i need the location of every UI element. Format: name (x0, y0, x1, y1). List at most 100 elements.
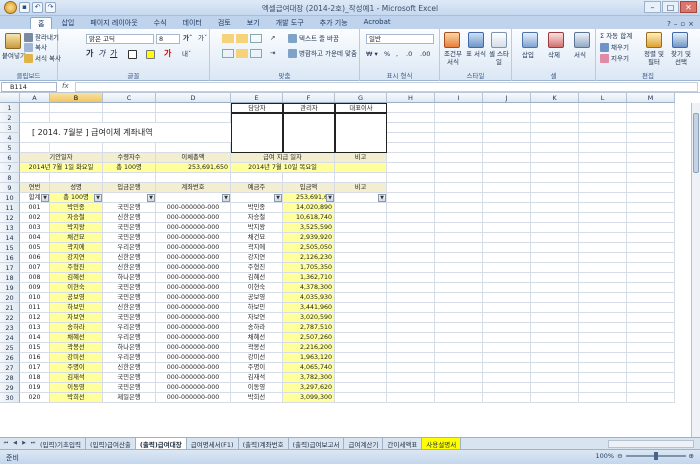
table-cell[interactable] (335, 303, 387, 313)
column-header[interactable]: G (335, 93, 387, 103)
empty-cell[interactable] (531, 123, 579, 133)
row-header[interactable]: 30 (0, 393, 20, 403)
empty-cell[interactable] (531, 393, 579, 403)
summary-value[interactable]: 2014년 7월 10일 목요일 (231, 163, 335, 173)
table-cell[interactable] (335, 323, 387, 333)
table-cell[interactable]: 000-000000-000 (156, 343, 231, 353)
table-cell[interactable]: 000-000000-000 (156, 393, 231, 403)
empty-cell[interactable] (627, 263, 675, 273)
row-header[interactable]: 15 (0, 243, 20, 253)
empty-cell[interactable] (579, 393, 627, 403)
empty-cell[interactable] (103, 103, 156, 113)
table-cell[interactable]: 3,441,960 (283, 303, 335, 313)
table-cell[interactable]: 신한은행 (103, 253, 156, 263)
wrap-text-button[interactable]: 텍스트 줄 바꿈 (288, 34, 339, 43)
empty-cell[interactable] (387, 393, 435, 403)
table-cell[interactable]: 4,035,930 (283, 293, 335, 303)
indent-icon[interactable]: ⇥ (270, 49, 275, 57)
empty-cell[interactable] (435, 203, 483, 213)
empty-cell[interactable] (531, 163, 579, 173)
table-cell[interactable]: 주형진 (231, 263, 283, 273)
table-cell[interactable]: 2,507,260 (283, 333, 335, 343)
empty-cell[interactable] (627, 193, 675, 203)
empty-cell[interactable] (435, 233, 483, 243)
table-cell[interactable]: 000-000000-000 (156, 383, 231, 393)
table-cell[interactable] (335, 313, 387, 323)
table-cell[interactable]: 3,782,300 (283, 373, 335, 383)
row-header[interactable]: 24 (0, 333, 20, 343)
table-cell[interactable]: 016 (20, 353, 50, 363)
find-select-icon[interactable] (672, 32, 688, 48)
empty-cell[interactable] (531, 313, 579, 323)
empty-cell[interactable] (387, 213, 435, 223)
row-header[interactable]: 7 (0, 163, 20, 173)
row-header[interactable]: 19 (0, 283, 20, 293)
table-cell[interactable] (335, 203, 387, 213)
workbook-close-icon[interactable]: × (688, 20, 694, 28)
table-cell[interactable]: 000-000000-000 (156, 363, 231, 373)
empty-cell[interactable] (627, 323, 675, 333)
empty-cell[interactable] (483, 213, 531, 223)
empty-cell[interactable] (579, 283, 627, 293)
table-header[interactable]: 계좌번호 (156, 183, 231, 193)
table-cell[interactable] (335, 213, 387, 223)
table-cell[interactable] (335, 343, 387, 353)
empty-cell[interactable] (435, 263, 483, 273)
empty-cell[interactable] (387, 303, 435, 313)
approval-header[interactable]: 관리자 (283, 103, 335, 113)
conditional-format-button[interactable]: 조건부 서식 (442, 50, 464, 66)
phonetic-icon[interactable]: 내ˇ (182, 50, 191, 58)
zoom-out-icon[interactable]: ⊖ (617, 452, 622, 460)
empty-cell[interactable] (627, 293, 675, 303)
row-header[interactable]: 4 (0, 133, 20, 143)
empty-cell[interactable] (579, 253, 627, 263)
empty-cell[interactable] (435, 383, 483, 393)
row-header[interactable]: 18 (0, 273, 20, 283)
empty-cell[interactable] (435, 343, 483, 353)
empty-cell[interactable] (579, 313, 627, 323)
empty-cell[interactable] (483, 233, 531, 243)
comma-icon[interactable]: , (396, 50, 398, 58)
empty-cell[interactable] (483, 143, 531, 153)
empty-cell[interactable] (627, 113, 675, 123)
table-cell[interactable] (335, 233, 387, 243)
filter-dropdown-icon[interactable]: ▼ (222, 194, 230, 202)
empty-cell[interactable] (387, 223, 435, 233)
empty-cell[interactable] (483, 133, 531, 143)
empty-cell[interactable] (50, 103, 103, 113)
empty-cell[interactable] (531, 323, 579, 333)
table-cell[interactable]: 000-000000-000 (156, 273, 231, 283)
table-cell[interactable]: 14,020,890 (283, 203, 335, 213)
table-cell[interactable]: 000-000000-000 (156, 233, 231, 243)
table-cell[interactable]: 주명이 (231, 363, 283, 373)
summary-value[interactable]: 253,691,650 (156, 163, 231, 173)
paste-button[interactable]: 붙여넣기 (2, 52, 26, 60)
empty-cell[interactable] (156, 113, 231, 123)
column-header[interactable]: B (50, 93, 103, 103)
empty-cell[interactable] (483, 183, 531, 193)
number-format-select[interactable]: 일반 (366, 34, 434, 44)
column-header[interactable]: C (103, 93, 156, 103)
fill-color-icon[interactable] (146, 50, 157, 59)
table-cell[interactable]: 014 (20, 333, 50, 343)
empty-cell[interactable] (579, 303, 627, 313)
table-format-button[interactable]: 표 서식 (466, 50, 486, 58)
tab-view[interactable]: 보기 (240, 17, 267, 29)
delete-cells-icon[interactable] (548, 32, 564, 48)
empty-cell[interactable] (627, 223, 675, 233)
row-header[interactable]: 5 (0, 143, 20, 153)
filter-dropdown-icon[interactable]: ▼ (274, 194, 282, 202)
sheet-tab[interactable]: 간이세액표 (383, 438, 423, 449)
table-cell[interactable]: 자보연 (50, 313, 103, 323)
row-header[interactable]: 6 (0, 153, 20, 163)
empty-cell[interactable] (531, 243, 579, 253)
accounting-icon[interactable]: ₩ ▾ (366, 50, 378, 58)
table-header[interactable]: 연번 (20, 183, 50, 193)
table-cell[interactable]: 하나은행 (103, 273, 156, 283)
table-cell[interactable]: 013 (20, 323, 50, 333)
table-cell[interactable]: 020 (20, 393, 50, 403)
table-cell[interactable]: 공보영 (50, 293, 103, 303)
column-header[interactable]: I (435, 93, 483, 103)
empty-cell[interactable] (387, 243, 435, 253)
empty-cell[interactable] (435, 153, 483, 163)
